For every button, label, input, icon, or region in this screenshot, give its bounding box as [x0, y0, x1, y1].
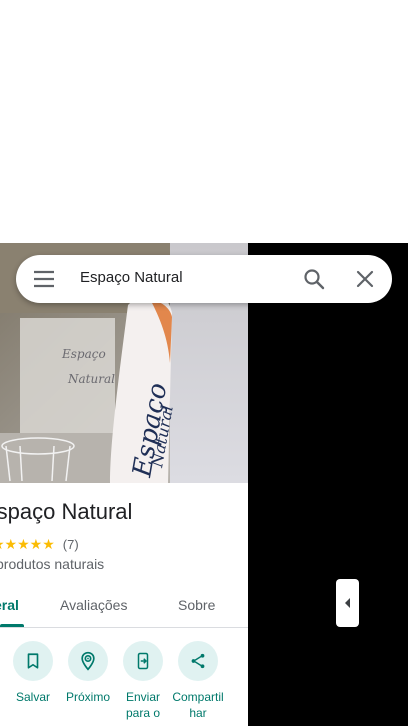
share-icon-circle — [178, 641, 218, 681]
rating-stars: ★★★★★ — [0, 536, 55, 552]
map-area[interactable] — [248, 243, 408, 726]
send-to-phone-button[interactable]: Enviar para o — [115, 641, 171, 721]
search-input[interactable]: Espaço Natural — [80, 269, 183, 286]
blank-top-area — [0, 0, 408, 243]
send-to-phone-icon — [137, 652, 149, 670]
place-tabs: eral Avaliações Sobre — [0, 585, 248, 628]
place-category[interactable]: produtos naturais — [0, 556, 104, 572]
share-button[interactable]: Compartil har — [170, 641, 226, 721]
search-bar[interactable]: Espaço Natural — [16, 255, 392, 303]
save-icon-circle — [13, 641, 53, 681]
menu-icon[interactable] — [32, 269, 56, 289]
nearby-label: Próximo — [65, 690, 110, 704]
close-icon[interactable] — [353, 267, 377, 291]
rating-count[interactable]: (7) — [63, 537, 79, 552]
place-details-panel: Espaço Natural Espaço Natural Espaço Nat… — [0, 243, 248, 726]
active-tab-indicator — [0, 624, 24, 627]
rating-row[interactable]: ★★★★★ (7) — [0, 536, 79, 553]
action-buttons: Salvar Próximo Enviar para o Compartil h… — [0, 641, 248, 726]
share-icon — [191, 653, 205, 669]
nearby-button[interactable]: Próximo — [60, 641, 116, 705]
tab-about[interactable]: Sobre — [178, 597, 215, 613]
svg-text:Natural: Natural — [67, 372, 115, 386]
search-icon[interactable] — [302, 267, 326, 291]
place-title: Espaço Natural — [0, 499, 133, 524]
collapse-panel-button[interactable] — [336, 579, 359, 627]
svg-text:Espaço: Espaço — [61, 347, 106, 361]
save-button[interactable]: Salvar — [5, 641, 61, 705]
nearby-icon-circle — [68, 641, 108, 681]
save-label: Salvar — [15, 690, 50, 704]
caret-left-icon — [344, 598, 350, 608]
tab-overview[interactable]: eral — [0, 597, 19, 613]
send-to-phone-label: Enviar para o — [125, 690, 161, 720]
tab-reviews[interactable]: Avaliações — [60, 597, 127, 613]
bookmark-icon — [27, 653, 39, 669]
nearby-icon — [81, 651, 95, 671]
send-icon-circle — [123, 641, 163, 681]
share-label: Compartil har — [172, 690, 224, 720]
